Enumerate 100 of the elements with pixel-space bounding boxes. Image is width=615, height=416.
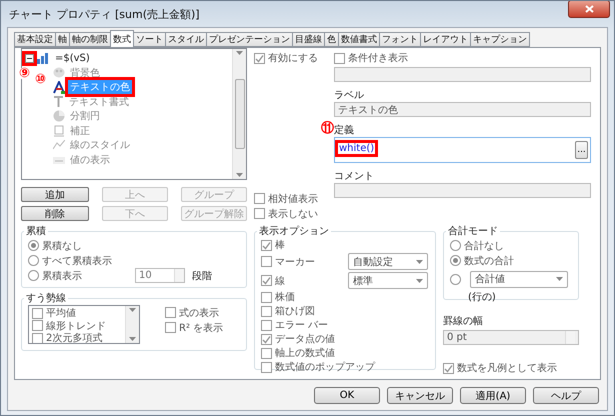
scrollbar[interactable] bbox=[125, 306, 139, 343]
dropdown[interactable]: 合計値 bbox=[470, 270, 568, 288]
dialog-button[interactable]: OK bbox=[314, 386, 380, 404]
tree-item[interactable]: テキスト書式 bbox=[67, 94, 131, 109]
radio-button[interactable] bbox=[450, 240, 461, 251]
action-button[interactable]: 削除 bbox=[21, 206, 89, 221]
tab[interactable]: 基本設定 bbox=[14, 32, 56, 47]
checkbox[interactable] bbox=[261, 320, 272, 330]
dropdown[interactable]: 自動設定 bbox=[348, 253, 428, 270]
edit-expression-button[interactable]: ... bbox=[575, 141, 588, 159]
border-width-spinner[interactable]: 0 pt bbox=[443, 330, 579, 345]
radio-button[interactable] bbox=[450, 255, 461, 266]
radio-button[interactable] bbox=[28, 255, 39, 266]
condition-field[interactable] bbox=[334, 67, 591, 82]
tab[interactable]: プレゼンテーション bbox=[206, 32, 293, 47]
group-title: すう勢線 bbox=[25, 292, 67, 305]
field-label: コメント bbox=[334, 170, 375, 183]
dialog-button[interactable]: ヘルプ bbox=[533, 386, 599, 404]
comment-field[interactable] bbox=[334, 183, 591, 198]
tab[interactable]: 数式 bbox=[110, 30, 134, 47]
tree-item[interactable]: =$(vS) bbox=[53, 52, 92, 64]
tab[interactable]: 軸の制限 bbox=[69, 32, 111, 47]
checkbox[interactable] bbox=[254, 52, 265, 64]
tree-item[interactable]: 線のスタイル bbox=[68, 138, 132, 152]
pie-chart-icon bbox=[53, 110, 65, 122]
checkbox[interactable] bbox=[32, 320, 43, 332]
checkbox[interactable] bbox=[261, 256, 272, 267]
checkbox[interactable] bbox=[261, 334, 272, 344]
steps-spinner[interactable]: 10 bbox=[135, 268, 185, 283]
checkbox[interactable] bbox=[261, 362, 272, 372]
tab[interactable]: キャプション bbox=[470, 32, 530, 47]
annotation-number: ⑪ bbox=[321, 122, 334, 135]
field-label: ラベル bbox=[334, 89, 365, 102]
checkbox[interactable] bbox=[261, 240, 272, 250]
dropdown-caret-icon bbox=[236, 173, 243, 177]
checkbox-label: 軸上の数式値 bbox=[275, 346, 335, 360]
checkbox[interactable] bbox=[261, 348, 272, 358]
dropdown-caret-icon bbox=[129, 337, 136, 341]
tab[interactable]: 数値書式 bbox=[338, 32, 380, 47]
checkbox[interactable] bbox=[32, 308, 43, 319]
dropdown-caret-icon bbox=[416, 260, 423, 264]
radio-button[interactable] bbox=[28, 270, 39, 281]
definition-field[interactable]: white() ... bbox=[334, 137, 591, 163]
checkbox[interactable] bbox=[32, 332, 43, 343]
checkbox[interactable] bbox=[165, 322, 176, 333]
radio-button[interactable] bbox=[450, 274, 461, 284]
tree-item[interactable]: 値の表示 bbox=[68, 152, 112, 167]
dropdown-caret-icon bbox=[416, 278, 423, 282]
checkbox[interactable] bbox=[261, 292, 272, 302]
tab[interactable]: 軸 bbox=[55, 32, 70, 47]
radio-dot-icon bbox=[453, 258, 458, 263]
minus-icon bbox=[27, 56, 32, 61]
check-icon bbox=[444, 364, 453, 372]
radio-label: 合計なし bbox=[464, 240, 504, 252]
tab[interactable]: スタイル bbox=[165, 32, 207, 47]
checkbox-label: R² を表示 bbox=[179, 322, 224, 334]
radio-label: 累積なし bbox=[42, 240, 82, 252]
checkbox[interactable] bbox=[261, 275, 272, 286]
checkbox[interactable] bbox=[443, 362, 454, 374]
close-button[interactable] bbox=[568, 1, 610, 18]
tree-item[interactable]: 分割円 bbox=[68, 109, 102, 124]
group-title: 表示オプション bbox=[258, 224, 330, 238]
radio-button[interactable] bbox=[28, 240, 39, 251]
tab[interactable]: 目盛線 bbox=[292, 32, 325, 47]
annotation-number: ⑨ bbox=[19, 66, 30, 80]
tab[interactable]: ソート bbox=[133, 32, 166, 47]
steps-label: 段階 bbox=[192, 270, 212, 282]
letter-t-icon bbox=[53, 96, 64, 108]
dropdown[interactable]: 標準 bbox=[348, 272, 428, 289]
action-button[interactable]: 追加 bbox=[21, 187, 89, 202]
radio-label: 累積表示 bbox=[42, 270, 83, 282]
check-icon bbox=[262, 276, 271, 285]
tree-item[interactable]: 背景色 bbox=[68, 66, 102, 80]
collapse-toggle[interactable] bbox=[25, 54, 34, 63]
close-icon bbox=[584, 5, 594, 13]
tab[interactable]: 色 bbox=[324, 32, 339, 47]
tab[interactable]: フォント bbox=[379, 32, 421, 47]
checkbox-label: データ点の値 bbox=[275, 332, 335, 346]
radio-label: すべて累積表示 bbox=[42, 254, 112, 268]
radio-label: 数式の合計 bbox=[464, 254, 514, 268]
dialog-button[interactable]: 適用(A) bbox=[460, 386, 526, 404]
tree-item[interactable]: 補正 bbox=[68, 124, 92, 138]
checkbox-label: 有効にする bbox=[268, 52, 318, 65]
checkbox[interactable] bbox=[254, 208, 265, 219]
checkbox[interactable] bbox=[261, 306, 272, 316]
annotation-number: ⑩ bbox=[35, 72, 46, 86]
checkbox-label: 2次元多項式 bbox=[46, 332, 102, 343]
scrollbar[interactable] bbox=[232, 49, 246, 179]
checkbox[interactable] bbox=[254, 193, 265, 204]
checkbox[interactable] bbox=[165, 307, 176, 318]
value-icon bbox=[53, 154, 65, 165]
dropdown-caret-icon bbox=[129, 308, 136, 312]
dropdown-caret-icon bbox=[236, 51, 243, 55]
dialog-button[interactable]: キャンセル bbox=[387, 386, 453, 404]
field-label: 定義 bbox=[334, 124, 354, 137]
label-field[interactable]: テキストの色 bbox=[334, 102, 591, 117]
group-title: 合計モード bbox=[447, 224, 499, 238]
checkbox[interactable] bbox=[334, 52, 345, 64]
tab[interactable]: レイアウト bbox=[420, 32, 471, 47]
line-chart-icon bbox=[53, 140, 65, 150]
